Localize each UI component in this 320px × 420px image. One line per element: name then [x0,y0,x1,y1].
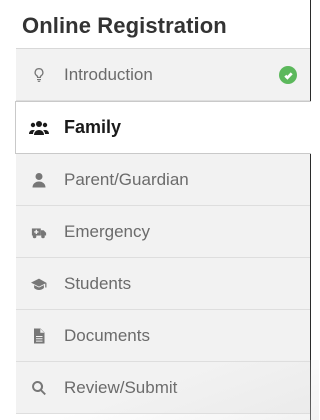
nav-item-family[interactable]: Family [15,101,311,154]
step-nav: Introduction Family Parent/Guardian Emer… [15,49,311,414]
nav-label-emergency: Emergency [64,221,150,241]
nav-item-students[interactable]: Students [16,258,311,310]
ambulance-icon [28,221,50,243]
nav-label-introduction: Introduction [64,64,153,84]
nav-label-documents: Documents [64,325,150,345]
nav-item-parent-guardian[interactable]: Parent/Guardian [16,154,311,206]
document-icon [28,325,50,347]
check-circle-icon [279,66,297,84]
nav-label-review-submit: Review/Submit [64,377,178,397]
nav-item-review-submit[interactable]: Review/Submit [16,362,311,414]
users-icon [28,117,50,139]
user-icon [28,169,50,191]
nav-item-documents[interactable]: Documents [16,310,311,362]
nav-label-students: Students [64,273,132,293]
lightbulb-icon [28,64,50,86]
nav-label-family: Family [64,117,122,137]
panel-header: Online Registration [0,0,310,48]
nav-item-introduction[interactable]: Introduction [16,49,311,101]
graduation-cap-icon [28,273,50,295]
nav-label-parent-guardian: Parent/Guardian [64,169,189,189]
registration-sidebar: Online Registration Introduction Family … [0,0,319,420]
panel-border [310,0,311,420]
search-icon [28,377,50,399]
nav-item-emergency[interactable]: Emergency [16,206,311,258]
page-title: Online Registration [22,13,227,38]
